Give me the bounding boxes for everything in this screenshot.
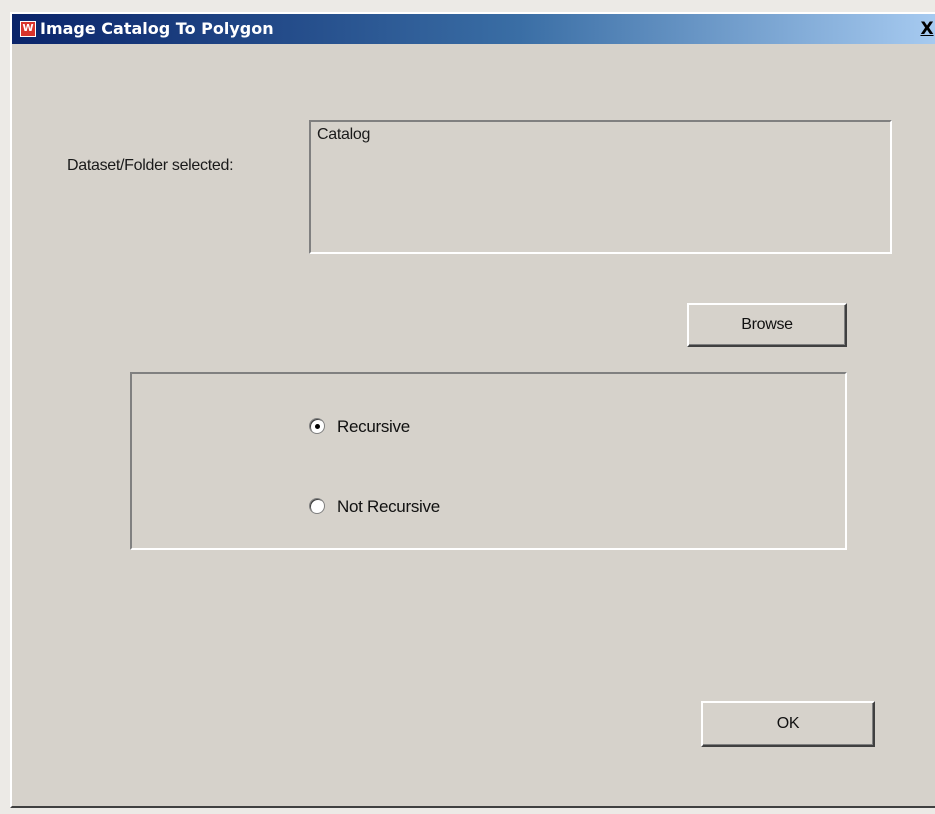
recursive-radio-button[interactable] — [309, 418, 325, 434]
dialog-window: W Image Catalog To Polygon X Dataset/Fol… — [10, 12, 935, 808]
recursive-radio-option[interactable]: Recursive — [309, 416, 509, 438]
radio-selected-dot — [315, 424, 320, 429]
dataset-selected-value: Catalog — [317, 126, 371, 143]
ok-button[interactable]: OK — [701, 701, 875, 747]
not-recursive-radio-label[interactable]: Not Recursive — [337, 496, 440, 518]
app-icon: W — [20, 21, 36, 37]
recursive-radio-label[interactable]: Recursive — [337, 416, 410, 438]
not-recursive-radio-option[interactable]: Not Recursive — [309, 496, 529, 518]
not-recursive-radio-button[interactable] — [309, 498, 325, 514]
browse-button[interactable]: Browse — [687, 303, 847, 347]
dataset-folder-label: Dataset/Folder selected: — [67, 157, 234, 174]
recursion-option-group: Recursive Not Recursive — [130, 372, 847, 550]
window-title: Image Catalog To Polygon — [40, 19, 274, 38]
close-icon[interactable]: X — [919, 19, 935, 39]
dataset-selection-box: Catalog — [309, 120, 892, 254]
title-bar[interactable]: W Image Catalog To Polygon X — [12, 14, 935, 44]
